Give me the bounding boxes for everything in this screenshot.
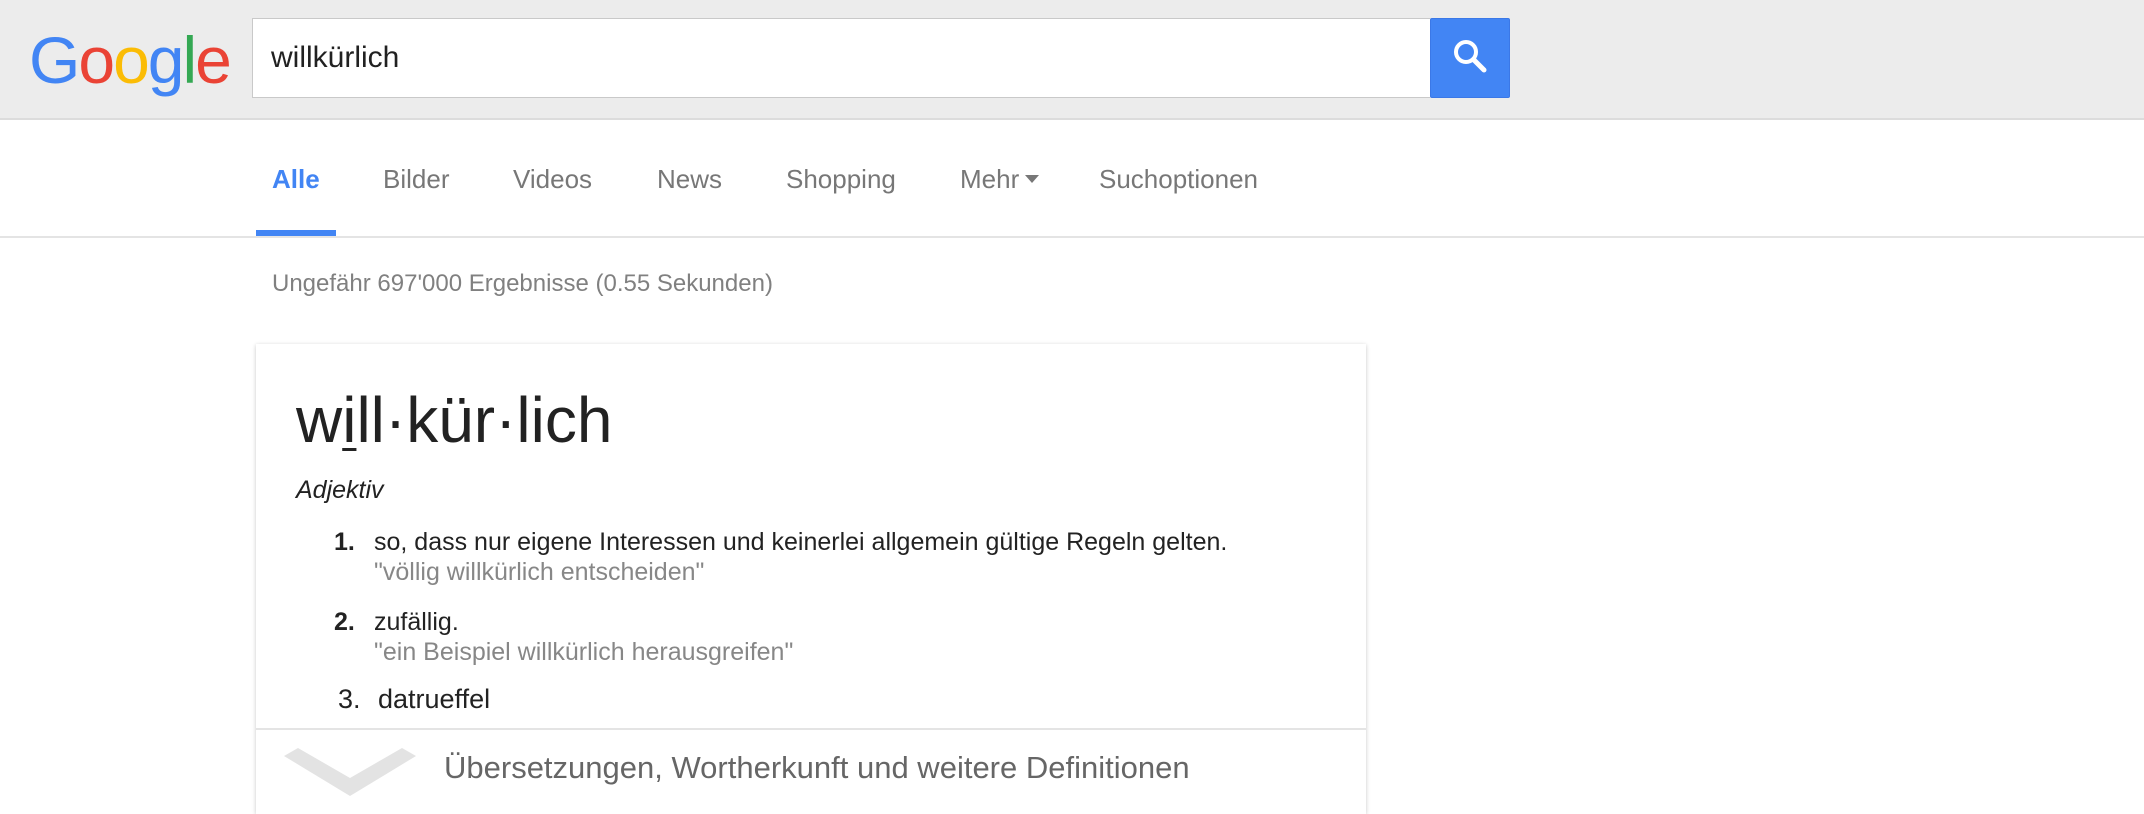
- definition-text: datrueffel: [378, 684, 491, 714]
- tab-alle[interactable]: Alle: [272, 164, 320, 195]
- tab-shopping[interactable]: Shopping: [786, 164, 896, 195]
- more-definitions-label: Übersetzungen, Wortherkunft und weitere …: [444, 750, 1190, 785]
- google-logo[interactable]: Google: [29, 22, 232, 98]
- definition-item: 3. datrueffel: [338, 684, 490, 715]
- definition-example: "völlig willkürlich entscheiden": [374, 558, 705, 586]
- search-box: [252, 18, 1430, 98]
- headword-part: ll·kür·lich: [356, 384, 613, 456]
- search-input[interactable]: [271, 19, 1411, 97]
- logo-letter: o: [78, 23, 115, 97]
- headword-stress: i: [342, 384, 357, 456]
- part-of-speech: Adjektiv: [296, 476, 384, 504]
- search-button[interactable]: [1430, 18, 1510, 98]
- tab-bilder[interactable]: Bilder: [383, 164, 449, 195]
- top-bar: Google: [0, 0, 2144, 120]
- caret-down-icon: [1025, 175, 1040, 184]
- definition-text: so, dass nur eigene Interessen und keine…: [374, 528, 1228, 556]
- logo-letter: o: [113, 23, 150, 97]
- logo-letter: l: [182, 23, 198, 97]
- logo-letter: e: [195, 23, 232, 97]
- logo-letter: g: [147, 23, 185, 97]
- definition-number: 2.: [334, 608, 355, 636]
- tab-suchoptionen[interactable]: Suchoptionen: [1099, 164, 1258, 195]
- tab-videos[interactable]: Videos: [513, 164, 592, 195]
- search-icon: [1452, 38, 1488, 79]
- chevron-down-icon: [284, 748, 416, 801]
- tab-mehr-label: Mehr: [960, 164, 1020, 194]
- definition-number: 1.: [334, 528, 355, 556]
- definition-example: "ein Beispiel willkürlich herausgreifen": [374, 638, 794, 666]
- headword: will·kür·lich: [296, 382, 612, 458]
- definition-number: 3.: [338, 684, 361, 714]
- definition-text: zufällig.: [374, 608, 459, 636]
- dictionary-card: will·kür·lich Adjektiv 1. so, dass nur e…: [256, 344, 1366, 814]
- tab-mehr[interactable]: Mehr: [960, 164, 1040, 195]
- result-stats: Ungefähr 697'000 Ergebnisse (0.55 Sekund…: [272, 270, 773, 297]
- search-tabs: Alle Bilder Videos News Shopping Mehr Su…: [0, 122, 2144, 238]
- more-definitions-toggle[interactable]: Übersetzungen, Wortherkunft und weitere …: [256, 728, 1366, 814]
- tab-news[interactable]: News: [657, 164, 722, 195]
- headword-part: w: [296, 384, 343, 456]
- logo-letter: G: [29, 23, 80, 97]
- active-tab-indicator: [256, 230, 336, 236]
